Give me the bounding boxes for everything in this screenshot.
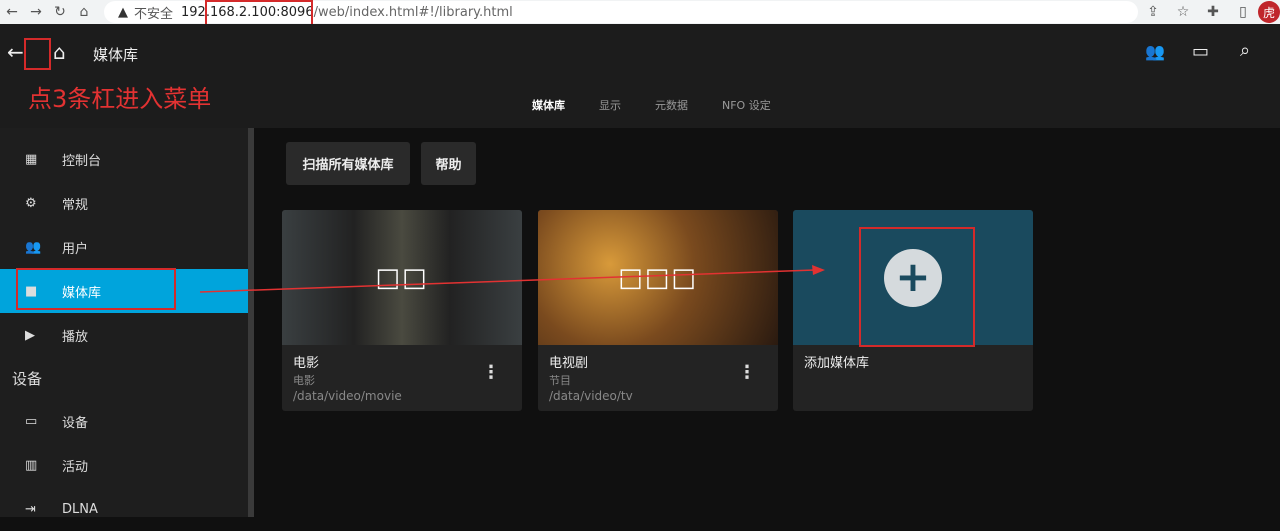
- annotation-arrow: [199, 265, 825, 293]
